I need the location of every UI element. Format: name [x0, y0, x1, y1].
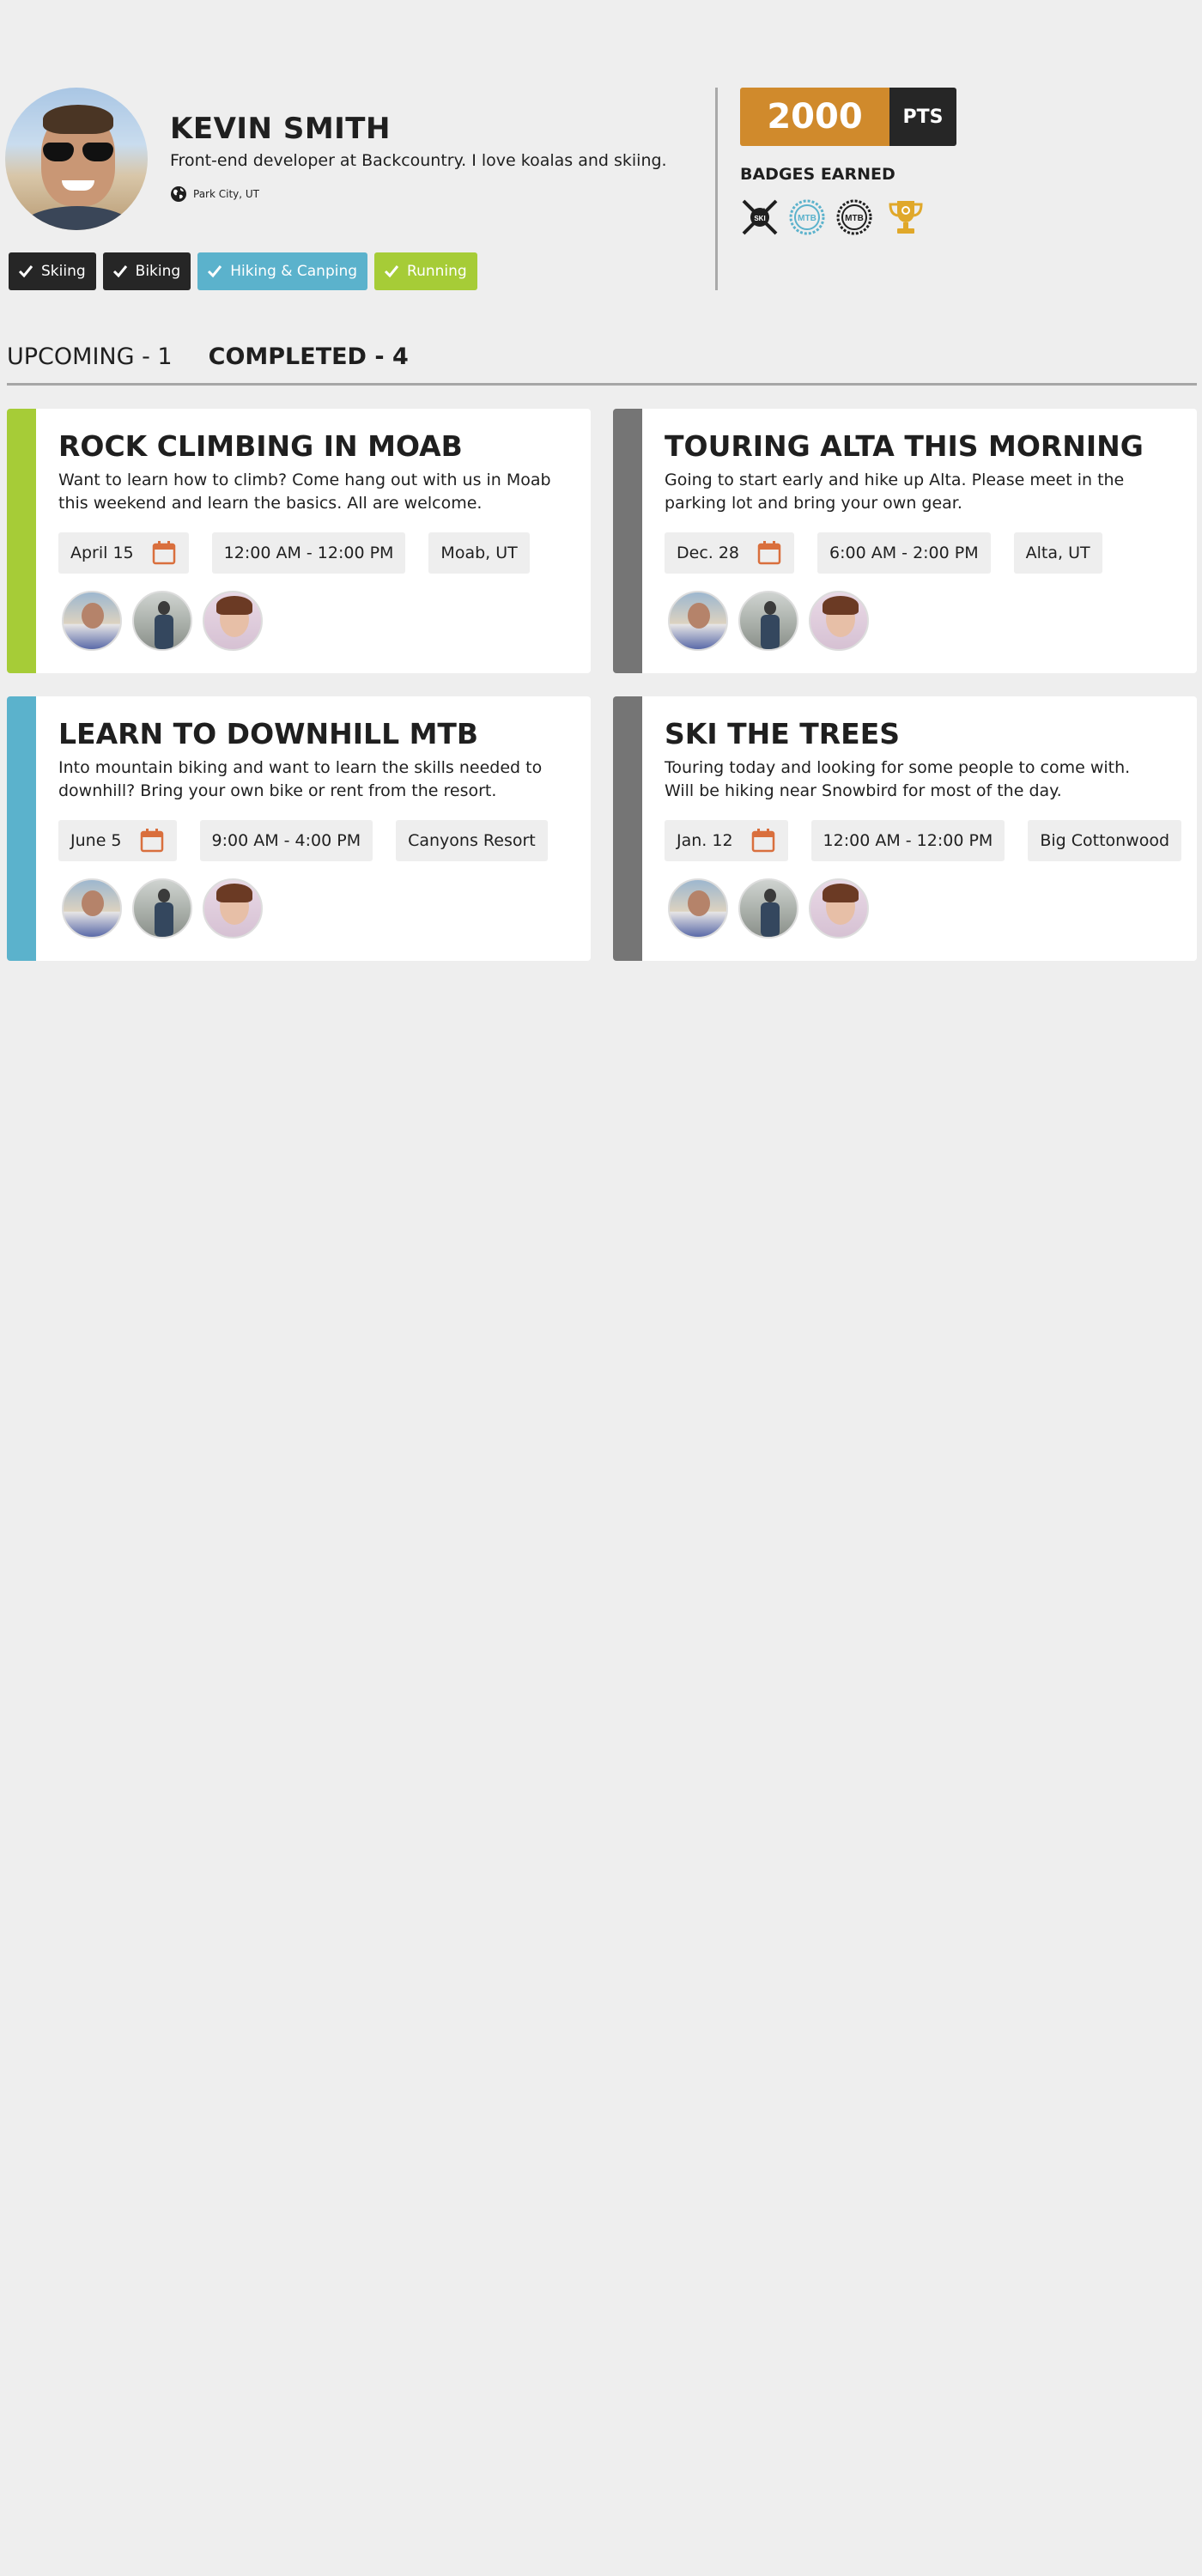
attendee-avatar[interactable]	[809, 591, 869, 651]
event-accent-bar	[7, 696, 36, 961]
calendar-icon[interactable]	[750, 828, 776, 854]
check-icon	[208, 265, 222, 278]
event-location: Alta, UT	[1013, 532, 1102, 574]
attendee-avatar[interactable]	[668, 591, 728, 651]
attendee-avatar[interactable]	[668, 878, 728, 939]
event-date: June 5	[58, 820, 177, 861]
points-value: 2000	[740, 88, 889, 146]
event-date-label: April 15	[70, 544, 134, 562]
event-title: SKI THE TREES	[665, 717, 901, 750]
calendar-icon[interactable]	[151, 540, 177, 566]
event-date: April 15	[58, 532, 189, 574]
check-icon	[112, 265, 127, 278]
event-accent-bar	[7, 409, 36, 673]
tag-skiing[interactable]: Skiing	[9, 252, 96, 290]
profile-header: KEVIN SMITH Front-end developer at Backc…	[0, 86, 1202, 292]
event-meta: Jan. 12 12:00 AM - 12:00 PM Big Cottonwo…	[665, 820, 1182, 861]
ski-badge-icon[interactable]: SKI	[740, 197, 780, 237]
event-accent-bar	[613, 409, 642, 673]
event-location: Moab, UT	[428, 532, 530, 574]
profile-divider	[715, 88, 718, 290]
event-card[interactable]: LEARN TO DOWNHILL MTB Into mountain biki…	[7, 696, 591, 961]
event-meta: Dec. 28 6:00 AM - 2:00 PM Alta, UT	[665, 532, 1102, 574]
check-icon	[18, 265, 33, 278]
attendee-avatar[interactable]	[132, 878, 192, 939]
event-time: 12:00 AM - 12:00 PM	[810, 820, 1005, 861]
mtb-badge-dark-icon[interactable]: MTB	[835, 197, 874, 237]
points-unit: PTS	[889, 88, 956, 146]
tag-label: Skiing	[41, 263, 86, 280]
event-title: LEARN TO DOWNHILL MTB	[58, 717, 479, 750]
event-title: TOURING ALTA THIS MORNING	[665, 429, 1144, 463]
attendee-avatar[interactable]	[738, 878, 798, 939]
tag-label: Hiking & Canping	[230, 263, 358, 280]
tab-upcoming[interactable]: UPCOMING - 1	[7, 343, 173, 370]
interest-tags: Skiing Biking Hiking & Canping Running	[9, 252, 477, 290]
event-card[interactable]: TOURING ALTA THIS MORNING Going to start…	[613, 409, 1197, 673]
attendee-avatar[interactable]	[203, 878, 263, 939]
tab-completed[interactable]: COMPLETED - 4	[209, 343, 409, 370]
event-tabs: UPCOMING - 1 COMPLETED - 4	[7, 343, 409, 370]
svg-text:MTB: MTB	[798, 214, 817, 223]
badges-list: SKI MTB MTB	[740, 197, 930, 237]
calendar-icon[interactable]	[756, 540, 782, 566]
event-description: Touring today and looking for some peopl…	[665, 758, 1131, 800]
profile-name: KEVIN SMITH	[170, 112, 391, 146]
calendar-icon[interactable]	[139, 828, 165, 854]
tabs-divider	[7, 383, 1197, 386]
tag-label: Running	[407, 263, 467, 280]
event-location: Canyons Resort	[396, 820, 548, 861]
badges-title: BADGES EARNED	[740, 165, 895, 184]
svg-text:SKI: SKI	[754, 215, 765, 222]
tag-label: Biking	[135, 263, 181, 280]
event-time: 6:00 AM - 2:00 PM	[817, 532, 991, 574]
attendee-avatar[interactable]	[738, 591, 798, 651]
event-date: Dec. 28	[665, 532, 795, 574]
globe-icon	[171, 186, 186, 202]
event-date-label: Dec. 28	[677, 544, 740, 562]
event-time: 12:00 AM - 12:00 PM	[211, 532, 406, 574]
event-card[interactable]: ROCK CLIMBING IN MOAB Want to learn how …	[7, 409, 591, 673]
event-description: Into mountain biking and want to learn t…	[58, 758, 543, 800]
tag-hiking-camping[interactable]: Hiking & Canping	[197, 252, 368, 290]
attendee-avatar[interactable]	[203, 591, 263, 651]
profile-bio: Front-end developer at Backcountry. I lo…	[170, 151, 667, 170]
event-title: ROCK CLIMBING IN MOAB	[58, 429, 463, 463]
event-attendees	[668, 591, 869, 651]
profile-location: Park City, UT	[170, 185, 259, 203]
event-location: Big Cottonwood	[1028, 820, 1182, 861]
tag-biking[interactable]: Biking	[102, 252, 191, 290]
event-attendees	[62, 878, 263, 939]
event-attendees	[62, 591, 263, 651]
attendee-avatar[interactable]	[132, 591, 192, 651]
event-description: Going to start early and hike up Alta. P…	[665, 471, 1125, 513]
tag-running[interactable]: Running	[374, 252, 477, 290]
location-label: Park City, UT	[193, 188, 260, 200]
trophy-icon[interactable]	[882, 197, 930, 237]
event-date-label: June 5	[70, 831, 122, 850]
event-meta: April 15 12:00 AM - 12:00 PM Moab, UT	[58, 532, 530, 574]
attendee-avatar[interactable]	[809, 878, 869, 939]
check-icon	[384, 265, 399, 278]
points-display: 2000 PTS	[740, 88, 956, 146]
svg-text:MTB: MTB	[845, 214, 864, 223]
event-accent-bar	[613, 696, 642, 961]
event-meta: June 5 9:00 AM - 4:00 PM Canyons Resort	[58, 820, 548, 861]
event-card[interactable]: SKI THE TREES Touring today and looking …	[613, 696, 1197, 961]
event-attendees	[668, 878, 869, 939]
event-date: Jan. 12	[665, 820, 788, 861]
avatar[interactable]	[5, 88, 148, 230]
event-time: 9:00 AM - 4:00 PM	[199, 820, 373, 861]
event-description: Want to learn how to climb? Come hang ou…	[58, 471, 551, 513]
event-date-label: Jan. 12	[677, 831, 733, 850]
attendee-avatar[interactable]	[62, 878, 122, 939]
attendee-avatar[interactable]	[62, 591, 122, 651]
mtb-badge-blue-icon[interactable]: MTB	[787, 197, 827, 237]
